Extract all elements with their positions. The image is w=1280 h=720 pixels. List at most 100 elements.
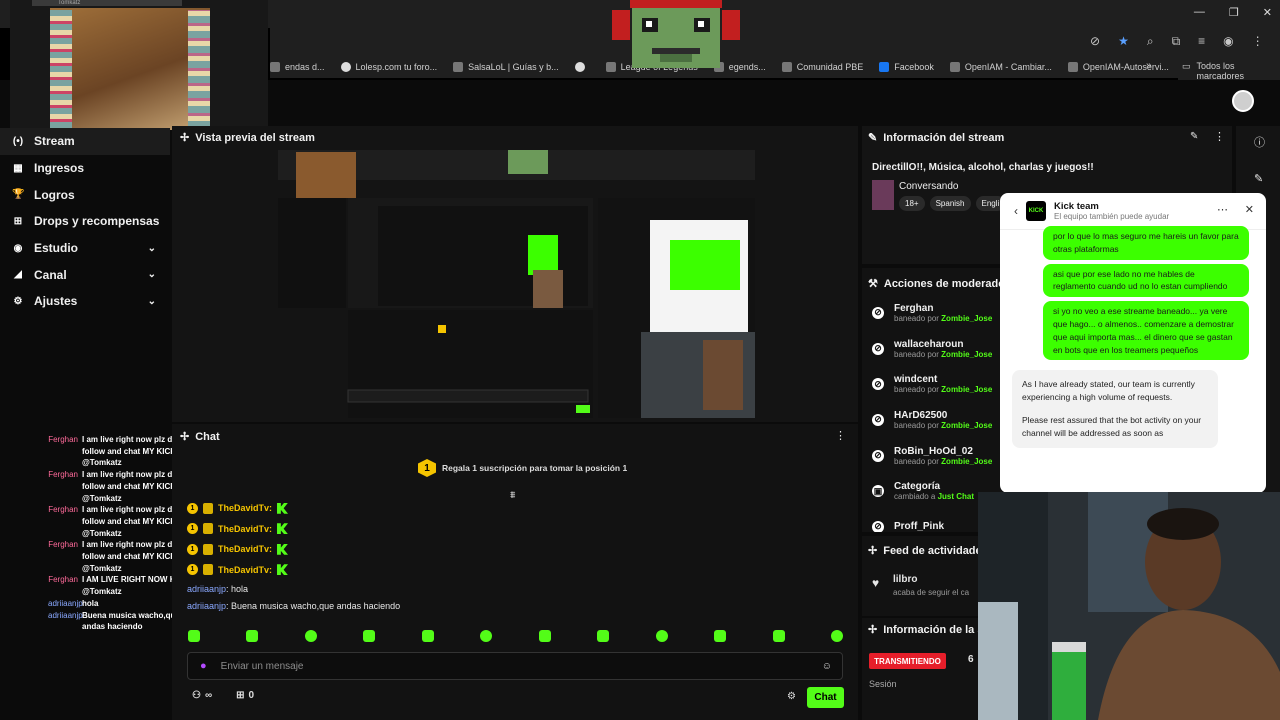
stream-category[interactable]: Conversando xyxy=(899,181,958,192)
sidebar-item-canal[interactable]: ◢ Canal ⌄ xyxy=(0,261,170,288)
menu-icon[interactable]: ⋮ xyxy=(1252,34,1264,49)
stream-info-header: Información del stream xyxy=(883,131,1005,144)
emote-button[interactable] xyxy=(304,630,317,642)
stream-title: DirectillO!!, Música, alcohol, charlas y… xyxy=(872,162,1094,173)
feed-item-name: lilbro xyxy=(893,574,918,585)
sidebar-item-label: Estudio xyxy=(34,241,78,256)
moderator-target: windcent xyxy=(894,374,938,386)
sidebar-item-estudio[interactable]: ◉ Estudio ⌄ xyxy=(0,235,170,262)
maximize-icon[interactable]: ❐ xyxy=(1229,6,1239,19)
broadcast-icon: (•) xyxy=(12,135,24,147)
info-menu-icon[interactable]: ⋮ xyxy=(1214,130,1225,143)
session-icon: ✢ xyxy=(868,624,878,636)
emote-button[interactable] xyxy=(421,630,434,642)
bookmark-item[interactable]: SalsaLoL | Guías y b... xyxy=(453,62,559,72)
chat-username[interactable]: TheDavidTv: xyxy=(218,544,272,554)
sidebar-item-ingresos[interactable]: ▦ Ingresos xyxy=(0,155,170,182)
eye-off-icon[interactable]: ⊘ xyxy=(1090,34,1100,49)
emote-button[interactable] xyxy=(538,630,551,642)
pencil-icon[interactable]: ✎ xyxy=(1254,172,1263,185)
chat-message: 1 TheDavidTv: xyxy=(187,560,847,581)
emote-button[interactable] xyxy=(188,630,200,642)
moderator-target: HArD62500 xyxy=(894,409,948,421)
moderator-action-row: ⊘ windcent baneado por Zombie_Jose xyxy=(862,366,1002,402)
extensions-icon[interactable]: ⧉ xyxy=(1172,34,1181,49)
window-controls: — ❐ ✕ xyxy=(1194,6,1272,19)
moderator-action-detail: baneado por Zombie_Jose xyxy=(894,420,993,430)
rank-badge-icon: 1 xyxy=(187,502,198,514)
sidebar-item-stream[interactable]: (•) Stream xyxy=(0,128,170,155)
gift-sub-banner[interactable]: 1 Regala 1 suscripción para tomar la pos… xyxy=(418,459,627,477)
subscriber-badge-icon xyxy=(203,502,213,514)
close-icon[interactable]: ✕ xyxy=(1263,6,1272,19)
chat-username[interactable]: TheDavidTv: xyxy=(218,565,272,575)
chat-settings-icon[interactable]: ⚙ xyxy=(787,691,796,702)
bookmark-label: Facebook xyxy=(894,62,934,72)
chat-username[interactable]: adriiaanjp xyxy=(187,584,226,594)
chevron-down-icon: ⌄ xyxy=(147,269,156,281)
gift-banner-text: Regala 1 suscripción para tomar la posic… xyxy=(442,463,628,473)
chat-message: 1 TheDavidTv: xyxy=(187,519,847,540)
bookmark-item[interactable]: endas d... xyxy=(270,62,325,72)
rank-badge-icon: 1 xyxy=(187,564,198,576)
bookmark-item[interactable]: OpenIAM-Autoservi... xyxy=(1067,62,1169,72)
sidebar-item-drops[interactable]: ⊞ Drops y recompensas xyxy=(0,208,170,235)
chat-menu-icon[interactable]: ⋮ xyxy=(835,429,846,442)
ban-icon: ⊘ xyxy=(872,378,884,391)
category-icon: ▣ xyxy=(872,485,884,498)
more-bookmarks-icon[interactable]: » xyxy=(1146,60,1152,71)
star-icon[interactable]: ★ xyxy=(1118,34,1129,49)
bookmark-item[interactable]: Facebook xyxy=(879,62,934,72)
overlay-username: Ferghan xyxy=(48,470,78,480)
sidebar-item-ajustes[interactable]: ⚙ Ajustes ⌄ xyxy=(0,288,170,315)
zoom-icon[interactable]: ⌕ xyxy=(1147,34,1154,49)
chat-icon: ✢ xyxy=(180,431,190,443)
chat-username[interactable]: adriiaanjp xyxy=(187,601,226,611)
globe-icon xyxy=(340,62,351,72)
emote-button[interactable] xyxy=(655,630,668,642)
support-reply-text: Please rest assured that the bot activit… xyxy=(1022,414,1202,438)
chat-input[interactable]: ● Enviar un mensaje ☺ xyxy=(187,652,843,680)
folder-icon: ▭ xyxy=(1182,61,1191,71)
info-icon[interactable]: ⓘ xyxy=(1254,134,1265,150)
media-icon[interactable]: ≡ xyxy=(1198,34,1205,49)
avatar[interactable] xyxy=(1232,90,1254,112)
emote-button[interactable] xyxy=(363,630,376,642)
bookmark-item[interactable] xyxy=(574,62,590,72)
emote-button[interactable] xyxy=(246,630,259,642)
emote-button[interactable] xyxy=(597,630,610,642)
bookmark-item[interactable]: Lolesp.com tu foro... xyxy=(340,62,437,72)
stream-preview-video[interactable] xyxy=(278,150,755,418)
emote-button[interactable] xyxy=(772,630,785,642)
emoji-icon[interactable]: ☺ xyxy=(822,661,832,672)
ban-icon: ⊘ xyxy=(872,342,884,355)
chat-message-text: : hola xyxy=(226,583,249,594)
chat-send-button[interactable]: Chat xyxy=(807,687,844,708)
more-icon[interactable]: ⋯ xyxy=(1217,203,1228,216)
minimize-icon[interactable]: — xyxy=(1194,6,1205,19)
gavel-icon: ⚒ xyxy=(868,278,878,290)
bookmark-item[interactable]: OpenIAM - Cambiar... xyxy=(949,62,1052,72)
kick-emote-icon xyxy=(277,523,289,535)
stream-tag[interactable]: Spanish xyxy=(929,196,971,211)
chevron-down-icon: ⌄ xyxy=(147,295,156,307)
all-bookmarks[interactable]: ▭ Todos los marcadores xyxy=(1178,61,1280,81)
stream-tag[interactable]: 18+ xyxy=(899,196,925,211)
moderator-action-row: ⊘ wallaceharoun baneado por Zombie_Jose xyxy=(862,331,1002,367)
emote-button[interactable] xyxy=(714,630,727,642)
edit-icon[interactable]: ✎ xyxy=(1190,131,1198,142)
profile-icon[interactable]: ◉ xyxy=(1223,34,1233,49)
viewer-stats: ⚇ ∞ ⊞ 0 xyxy=(192,690,254,701)
emote-button[interactable] xyxy=(480,630,493,642)
chat-username[interactable]: TheDavidTv: xyxy=(218,524,272,534)
sidebar-item-label: Stream xyxy=(34,134,75,149)
generic-favicon xyxy=(453,62,464,72)
emote-button[interactable] xyxy=(830,630,843,642)
chat-username[interactable]: TheDavidTv: xyxy=(218,503,272,513)
close-popup-icon[interactable]: ✕ xyxy=(1245,203,1254,216)
microphone-icon[interactable]: ● xyxy=(200,660,207,672)
sidebar-item-logros[interactable]: 🏆 Logros xyxy=(0,181,170,208)
moderator-action-row: ⊘ HArD62500 baneado por Zombie_Jose xyxy=(862,402,1002,438)
back-icon[interactable]: ‹ xyxy=(1014,204,1018,218)
bookmark-item[interactable]: Comunidad PBE xyxy=(781,62,863,72)
